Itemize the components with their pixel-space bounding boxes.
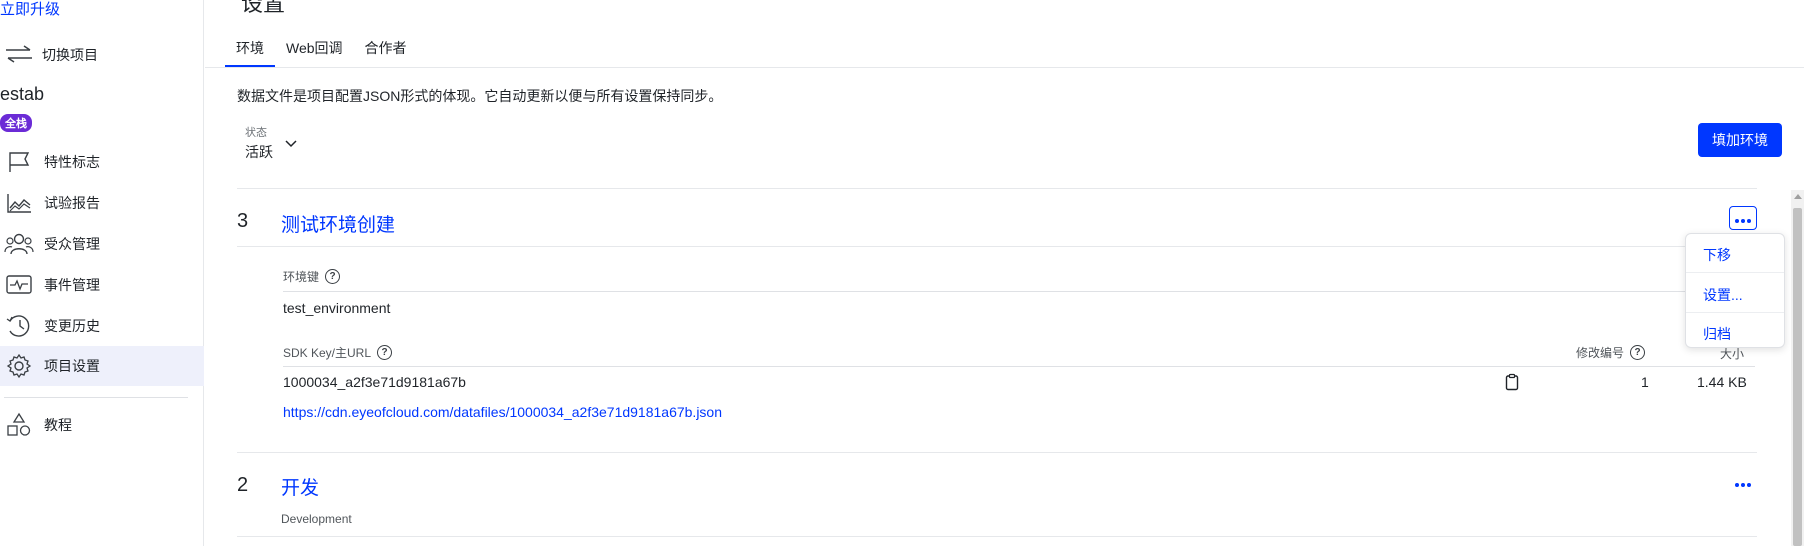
menu-item-move-down[interactable]: 下移 [1703, 245, 1731, 265]
menu-divider [1686, 272, 1784, 273]
sdk-key-label-text: SDK Key/主URL [283, 346, 372, 360]
sidebar-item-label: 项目设置 [44, 358, 100, 374]
sidebar-item-label: 试验报告 [44, 195, 100, 211]
sidebar-divider [4, 397, 188, 398]
menu-divider [1686, 312, 1784, 313]
gear-icon [4, 353, 34, 379]
more-options-button[interactable] [1729, 206, 1757, 230]
env-number: 2 [237, 474, 249, 496]
main-content: 设置 环境 Web回调 合作者 数据文件是项目配置JSON形式的体现。它自动更新… [205, 0, 1804, 546]
env-number: 3 [237, 210, 249, 232]
tab-environments[interactable]: 环境 [225, 36, 275, 68]
datafile-url-link[interactable]: https://cdn.eyeofcloud.com/datafiles/100… [283, 404, 722, 420]
list-divider [237, 188, 1757, 189]
project-badge: 全栈 [0, 114, 32, 132]
page-title: 设置 [241, 0, 286, 16]
tab-webhooks[interactable]: Web回调 [275, 36, 354, 68]
env-subtitle: Development [281, 512, 352, 526]
switch-arrows-icon [4, 44, 34, 67]
datafile-description: 数据文件是项目配置JSON形式的体现。它自动更新以便与所有设置保持同步。 [237, 88, 723, 104]
env-name-link[interactable]: 开发 [281, 473, 319, 500]
tab-bar: 环境 Web回调 合作者 [225, 36, 418, 68]
vertical-scrollbar[interactable] [1791, 190, 1804, 546]
history-icon [4, 313, 34, 339]
sidebar-item-events[interactable]: 事件管理 [0, 265, 204, 305]
sdk-key-label: SDK Key/主URL ? [283, 344, 393, 361]
add-environment-button[interactable]: 填加环境 [1698, 123, 1782, 157]
revision-label: 修改编号 ? [1576, 344, 1646, 361]
sidebar-item-label: 教程 [44, 417, 72, 433]
sidebar-item-tutorials[interactable]: 教程 [0, 405, 204, 445]
sidebar-item-audiences[interactable]: 受众管理 [0, 224, 204, 264]
users-icon [4, 231, 34, 257]
ellipsis-icon [1734, 208, 1752, 229]
size-value: 1.44 KB [1697, 374, 1747, 390]
status-filter[interactable]: 状态 活跃 [245, 124, 297, 162]
field-divider [283, 291, 1755, 292]
copy-clipboard-icon[interactable] [1505, 373, 1519, 394]
sidebar-item-label: 事件管理 [44, 277, 100, 293]
sidebar-item-label: 变更历史 [44, 318, 100, 334]
sidebar-item-project-settings[interactable]: 项目设置 [0, 346, 204, 386]
sdk-key-value: 1000034_a2f3e71d9181a67b [283, 374, 466, 390]
menu-item-archive[interactable]: 归档 [1703, 324, 1731, 344]
tab-collaborators[interactable]: 合作者 [354, 36, 418, 68]
sidebar-item-history[interactable]: 变更历史 [0, 306, 204, 346]
revision-value: 1 [1641, 374, 1649, 390]
scroll-up-icon[interactable] [1794, 194, 1802, 199]
help-icon[interactable]: ? [325, 269, 341, 284]
sidebar-item-feature-flags[interactable]: 特性标志 [0, 142, 204, 182]
status-filter-label: 状态 [245, 127, 267, 139]
chevron-down-icon [285, 135, 297, 151]
field-divider [283, 366, 1755, 367]
shapes-icon [4, 412, 34, 438]
env-key-value: test_environment [283, 300, 391, 316]
env-header-divider [237, 536, 1757, 537]
flag-icon [4, 149, 34, 175]
ellipsis-icon [1734, 472, 1752, 493]
env-key-label-text: 环境键 [283, 270, 320, 284]
sidebar-item-experiment-reports[interactable]: 试验报告 [0, 183, 204, 223]
status-filter-value: 活跃 [245, 144, 273, 160]
more-options-button[interactable] [1729, 470, 1757, 494]
chart-line-icon [4, 190, 34, 216]
env-options-menu: 下移 设置... 归档 [1685, 233, 1785, 348]
help-icon[interactable]: ? [1630, 345, 1646, 360]
sidebar-item-label: 特性标志 [44, 154, 100, 170]
menu-item-settings[interactable]: 设置... [1703, 285, 1743, 305]
env-key-label: 环境键 ? [283, 268, 341, 285]
revision-label-text: 修改编号 [1576, 346, 1625, 360]
list-divider [237, 452, 1757, 453]
switch-project-label: 切换项目 [42, 47, 98, 63]
upgrade-link[interactable]: 立即升级 [0, 0, 60, 19]
help-icon[interactable]: ? [377, 345, 393, 360]
env-name-link[interactable]: 测试环境创建 [281, 210, 395, 237]
tabs-divider [205, 67, 1804, 68]
sidebar: 立即升级 切换项目 estab 全栈 特性标志 试验报告 受众管理 事件管理 变… [0, 0, 204, 546]
env-header-divider [237, 246, 1757, 247]
sidebar-item-label: 受众管理 [44, 236, 100, 252]
scrollbar-thumb[interactable] [1793, 208, 1802, 546]
pulse-icon [4, 272, 34, 298]
project-name: estab [0, 84, 45, 104]
switch-project-button[interactable]: 切换项目 [4, 42, 98, 68]
